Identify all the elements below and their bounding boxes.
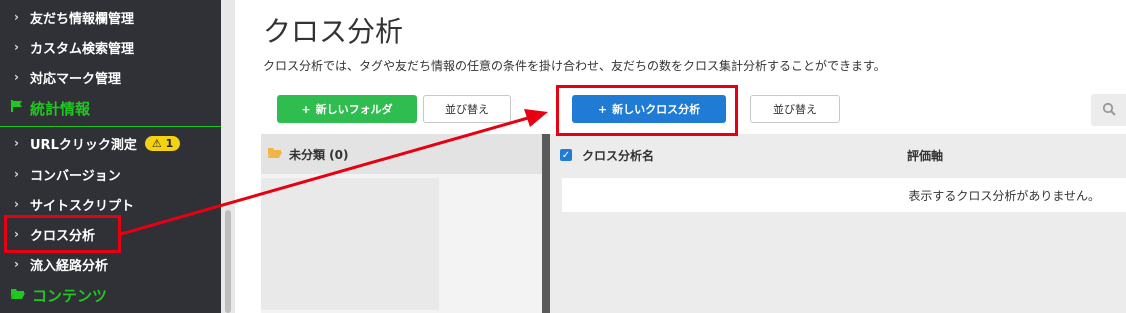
sidebar-item-label: サイトスクリプト (30, 198, 135, 214)
cross-analysis-list: ✓ クロス分析名 評価軸 表示するクロス分析がありません。 (550, 134, 1126, 313)
sort-label: 並び替え (773, 103, 817, 116)
sidebar-section-contents[interactable]: コンテンツ (0, 281, 221, 309)
sidebar-item-inflow-route[interactable]: › 流入経路分析 (0, 249, 221, 279)
chevron-right-icon: › (14, 257, 19, 271)
folder-list-placeholder (261, 178, 439, 310)
page-title: クロス分析 (263, 15, 404, 48)
sidebar-section-label: 統計情報 (30, 99, 91, 118)
chevron-right-icon: › (14, 136, 19, 150)
select-all-checkbox[interactable]: ✓ (560, 149, 572, 161)
sidebar-item-label: 友だち情報欄管理 (30, 11, 135, 27)
folder-panel: 未分類 (0) (261, 134, 542, 313)
sidebar-scrollbar-thumb[interactable] (225, 210, 231, 313)
new-folder-label: 新しいフォルダ (315, 103, 393, 116)
main-content: クロス分析 クロス分析では、タグや友だち情報の任意の条件を掛け合わせ、友だちの数… (235, 0, 1126, 313)
chevron-right-icon: › (14, 10, 19, 24)
sort-cross-analysis-button[interactable]: 並び替え (750, 95, 840, 123)
search-icon (1102, 101, 1116, 120)
sidebar-section-label: コンテンツ (32, 286, 108, 305)
sidebar: › 友だち情報欄管理 › カスタム検索管理 › 対応マーク管理 統計情報 › U… (0, 0, 221, 313)
sort-label: 並び替え (445, 103, 489, 116)
warning-count: 1 (165, 136, 174, 150)
chevron-right-icon: › (14, 197, 19, 211)
new-folder-button[interactable]: + 新しいフォルダ (277, 95, 417, 123)
search-button[interactable] (1091, 94, 1126, 126)
table-header: ✓ クロス分析名 評価軸 (560, 142, 1126, 168)
chevron-right-icon: › (14, 167, 19, 181)
highlight-box-sidebar (4, 215, 121, 253)
sidebar-item-mark[interactable]: › 対応マーク管理 (0, 62, 221, 92)
highlight-box-new-button (556, 85, 738, 136)
sidebar-item-conversion[interactable]: › コンバージョン (0, 159, 221, 189)
folder-uncategorized[interactable]: 未分類 (0) (261, 134, 542, 174)
sidebar-item-label: コンバージョン (30, 168, 121, 184)
sidebar-item-custom-search[interactable]: › カスタム検索管理 (0, 32, 221, 62)
sidebar-section-stats[interactable]: 統計情報 (0, 94, 221, 122)
warning-badge: ⚠ 1 (144, 135, 181, 151)
flag-icon (10, 99, 24, 117)
sidebar-item-label: URLクリック測定 (30, 137, 137, 153)
chevron-right-icon: › (14, 70, 19, 84)
section-divider (0, 126, 221, 127)
chevron-right-icon: › (14, 40, 19, 54)
empty-message-row: 表示するクロス分析がありません。 (562, 178, 1126, 212)
folder-open-icon (10, 286, 26, 304)
warning-icon: ⚠ (151, 136, 162, 150)
sidebar-item-label: 対応マーク管理 (30, 71, 122, 87)
sidebar-item-url-click[interactable]: › URLクリック測定 ⚠ 1 (0, 128, 221, 158)
folder-open-icon (267, 146, 283, 162)
folder-label: 未分類 (0) (289, 147, 349, 162)
empty-message: 表示するクロス分析がありません。 (908, 188, 1100, 203)
panel-resizer[interactable] (542, 134, 550, 313)
plus-icon: + (301, 102, 311, 116)
column-header-name: クロス分析名 (582, 148, 655, 163)
page-description: クロス分析では、タグや友だち情報の任意の条件を掛け合わせ、友だちの数をクロス集計… (263, 59, 886, 73)
sidebar-item-label: 流入経路分析 (30, 258, 109, 274)
sidebar-item-label: カスタム検索管理 (30, 41, 135, 57)
column-header-eval: 評価軸 (907, 148, 944, 163)
sidebar-item-friend-info[interactable]: › 友だち情報欄管理 (0, 2, 221, 32)
sort-folders-button[interactable]: 並び替え (423, 95, 511, 123)
